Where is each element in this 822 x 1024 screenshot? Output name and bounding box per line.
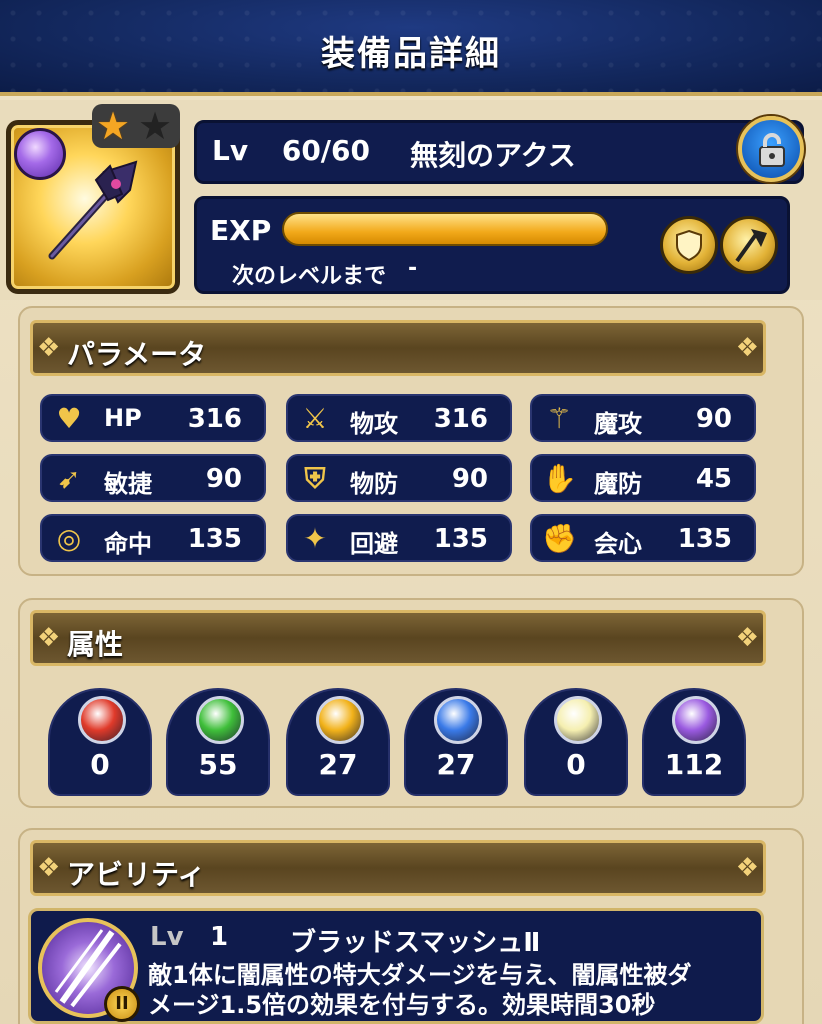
element-tile: 55 — [166, 688, 270, 796]
ornament-icon: ❖ — [37, 333, 61, 363]
ability-description-line: メージ1.5倍の効果を付与する。効果時間30秒 — [148, 991, 656, 1019]
axe-icon — [720, 216, 778, 274]
stat-value: 90 — [695, 404, 732, 434]
ability-description: 敵1体に闇属性の特大ダメージを与え、闇属性被ダ メージ1.5倍の効果を付与する。… — [148, 960, 778, 1020]
ability-description-line: 敵1体に闇属性の特大ダメージを与え、闇属性被ダ — [148, 961, 692, 989]
element-value: 0 — [566, 748, 586, 781]
element-tile: 0 — [48, 688, 152, 796]
attributes-header: ❖ 属性 ❖ — [30, 610, 766, 666]
level-label: Lv — [212, 134, 249, 167]
stat-label: 物防 — [350, 470, 398, 498]
ability-header: ❖ アビリティ ❖ — [30, 840, 766, 896]
stat-pill: ➹ 敏捷 90 — [40, 454, 266, 502]
shield-swords-icon — [660, 216, 718, 274]
fire-element-icon — [78, 696, 126, 744]
magic-staff-icon: ⚚ — [546, 402, 572, 435]
element-tile: 0 — [524, 688, 628, 796]
stat-value: 90 — [451, 464, 488, 494]
section-title: アビリティ — [67, 858, 206, 891]
ability-level-value: 1 — [210, 922, 229, 952]
header-bar: 装備品詳細 — [0, 0, 822, 96]
dodge-icon: ✦ — [303, 522, 327, 555]
ornament-icon: ❖ — [37, 623, 61, 653]
stat-pill: ⚚ 魔攻 90 — [530, 394, 756, 442]
stat-label: 魔防 — [594, 470, 642, 498]
ability-name: ブラッドスマッシュⅡ — [290, 928, 541, 958]
item-level: Lv 60/60 — [212, 134, 370, 167]
ability-rank-badge: II — [104, 986, 140, 1022]
shield-icon: ⛨ — [304, 462, 326, 495]
stat-value: 135 — [433, 524, 488, 554]
dark-element-icon — [672, 696, 720, 744]
section-title: パラメータ — [67, 338, 207, 371]
stat-label: 敏捷 — [104, 470, 152, 498]
target-icon: ◎ — [56, 522, 82, 555]
element-tile: 27 — [286, 688, 390, 796]
element-value: 27 — [436, 748, 476, 781]
light-element-icon — [554, 696, 602, 744]
stat-pill: ✦ 回避 135 — [286, 514, 512, 562]
stat-pill: ⚔ 物攻 316 — [286, 394, 512, 442]
element-tile: 27 — [404, 688, 508, 796]
item-name: 無刻のアクス — [410, 139, 576, 172]
ornament-icon: ❖ — [37, 853, 61, 883]
stat-pill: ✋ 魔防 45 — [530, 454, 756, 502]
ornament-icon: ❖ — [735, 853, 759, 883]
stat-value: 135 — [187, 524, 242, 554]
next-level-label: 次のレベルまで — [232, 264, 387, 289]
star-filled-icon: ★ — [96, 104, 131, 148]
element-value: 0 — [90, 748, 110, 781]
stat-value: 316 — [433, 404, 488, 434]
stat-value: 90 — [205, 464, 242, 494]
magic-shield-icon: ✋ — [542, 462, 577, 495]
thunder-element-icon — [316, 696, 364, 744]
equipment-detail-screen: 装備品詳細 ★ ★ Lv 60/60 無刻のアクス EXP 次のレベルまで - — [0, 0, 822, 1024]
stat-label: HP — [104, 404, 142, 432]
stat-value: 45 — [695, 464, 732, 494]
stat-value: 316 — [187, 404, 242, 434]
wing-boot-icon: ➹ — [57, 462, 81, 495]
stat-pill: ♥ HP 316 — [40, 394, 266, 442]
stat-label: 命中 — [104, 530, 152, 558]
ability-level-label: Lv — [150, 922, 184, 952]
element-value: 112 — [664, 748, 724, 781]
element-tile: 112 — [642, 688, 746, 796]
heart-icon: ♥ — [56, 402, 82, 435]
stat-pill: ✊ 会心 135 — [530, 514, 756, 562]
stat-label: 回避 — [350, 530, 398, 558]
lock-icon — [759, 133, 785, 167]
next-level-value: - — [408, 256, 418, 281]
stat-label: 物攻 — [350, 410, 398, 438]
dark-element-icon — [14, 128, 66, 180]
star-empty-icon: ★ — [138, 104, 173, 148]
exp-progress-bar — [282, 212, 608, 246]
page-title: 装備品詳細 — [321, 34, 501, 74]
ice-element-icon — [434, 696, 482, 744]
exp-label: EXP — [210, 214, 272, 247]
parameters-header: ❖ パラメータ ❖ — [30, 320, 766, 376]
lock-button[interactable] — [738, 116, 804, 182]
fist-icon: ✊ — [542, 522, 577, 555]
stat-pill: ⛨ 物防 90 — [286, 454, 512, 502]
element-value: 55 — [198, 748, 238, 781]
stat-label: 魔攻 — [594, 410, 642, 438]
stat-pill: ◎ 命中 135 — [40, 514, 266, 562]
wind-element-icon — [196, 696, 244, 744]
stat-value: 135 — [677, 524, 732, 554]
ornament-icon: ❖ — [735, 623, 759, 653]
level-value: 60/60 — [281, 134, 370, 167]
ornament-icon: ❖ — [735, 333, 759, 363]
sword-icon: ⚔ — [302, 402, 328, 435]
element-value: 27 — [318, 748, 358, 781]
section-title: 属性 — [67, 628, 124, 661]
stat-label: 会心 — [594, 530, 642, 558]
